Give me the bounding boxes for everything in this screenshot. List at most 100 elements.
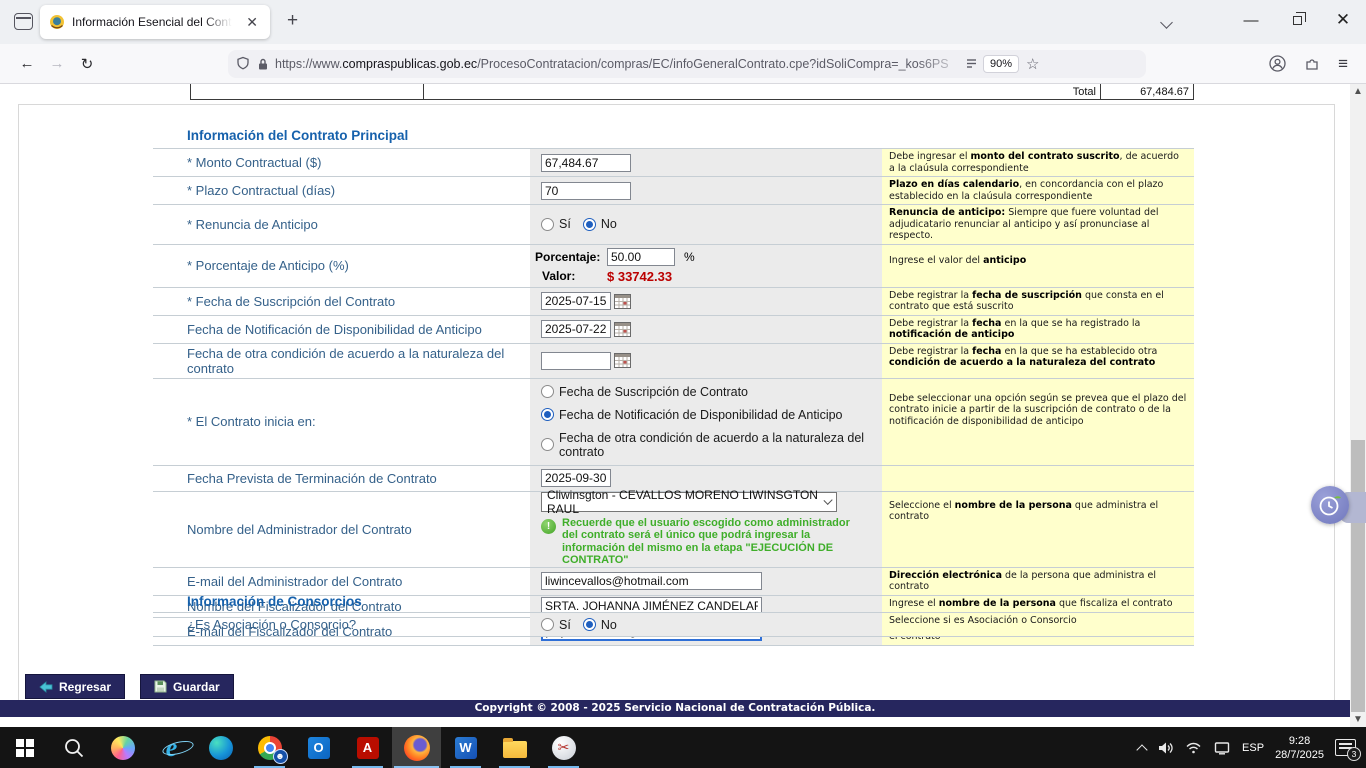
taskbar-acrobat[interactable]: A xyxy=(343,727,392,768)
fecha-otra-input[interactable] xyxy=(541,352,611,370)
vertical-scrollbar[interactable]: ▲ ▼ xyxy=(1350,84,1366,727)
page-left-border xyxy=(18,104,19,702)
shield-icon[interactable] xyxy=(236,56,250,71)
cast-icon[interactable] xyxy=(1213,740,1231,755)
taskbar-word[interactable]: W xyxy=(441,727,490,768)
back-button[interactable]: ← xyxy=(12,55,42,72)
tab-list-chevron-icon[interactable] xyxy=(1160,16,1173,29)
fecha-prevista-input[interactable] xyxy=(541,469,611,487)
search-icon xyxy=(63,737,85,759)
inicia-option-label: Fecha de otra condición de acuerdo a la … xyxy=(559,431,870,459)
fecha-otra-label: Fecha de otra condición de acuerdo a la … xyxy=(153,344,530,378)
browser-tabstrip: Información Esencial del Contra ✕ + — ✕ xyxy=(0,0,1366,44)
fecha-suscripcion-input[interactable] xyxy=(541,292,611,310)
taskbar-edge[interactable] xyxy=(196,727,245,768)
account-icon[interactable] xyxy=(1269,55,1286,72)
email-admin-help: Dirección electrónica de la persona que … xyxy=(882,568,1194,595)
browser-tab[interactable]: Información Esencial del Contra ✕ xyxy=(40,5,270,39)
scroll-down-arrow[interactable]: ▼ xyxy=(1350,712,1366,727)
renuncia-help: Renuncia de anticipo: Siempre que fuere … xyxy=(882,205,1194,244)
language-indicator[interactable]: ESP xyxy=(1242,742,1264,754)
inicia-option-label: Fecha de Notificación de Disponibilidad … xyxy=(559,408,843,422)
section-title-consorcios: Información de Consorcios xyxy=(187,594,362,609)
back-arrow-icon xyxy=(39,681,53,693)
renuncia-no-radio[interactable] xyxy=(583,218,596,231)
taskbar-firefox[interactable] xyxy=(392,727,441,768)
save-icon xyxy=(154,680,167,693)
calendar-icon[interactable] xyxy=(614,353,631,368)
monto-input[interactable] xyxy=(541,154,631,172)
contract-form-table: * Monto Contractual ($) Debe ingresar el… xyxy=(153,148,1194,646)
internet-explorer-icon: e xyxy=(166,733,178,763)
row-monto: * Monto Contractual ($) Debe ingresar el… xyxy=(153,149,1194,177)
plazo-input[interactable] xyxy=(541,182,631,200)
speaker-icon[interactable] xyxy=(1157,740,1174,756)
menu-icon[interactable]: ≡ xyxy=(1338,54,1348,74)
fecha-notificacion-input[interactable] xyxy=(541,320,611,338)
notifications-icon[interactable]: 3 xyxy=(1335,739,1356,756)
monto-label: * Monto Contractual ($) xyxy=(153,149,530,176)
section-title-contract: Información del Contrato Principal xyxy=(187,128,408,143)
firefox-view-icon[interactable] xyxy=(14,13,33,30)
calendar-icon[interactable] xyxy=(614,294,631,309)
taskbar-snipping-tool[interactable]: ✂ xyxy=(539,727,588,768)
consorcio-si-radio[interactable] xyxy=(541,618,554,631)
administrador-note: ! Recuerde que el usuario escogido como … xyxy=(541,517,861,567)
fecha-otra-help: Debe registrar la fecha en la que se ha … xyxy=(882,344,1194,378)
scrollbar-thumb[interactable] xyxy=(1351,440,1365,712)
page-right-border xyxy=(1334,104,1335,702)
restore-button[interactable] xyxy=(1274,0,1320,40)
chrome-icon: ☻ xyxy=(258,736,282,760)
snipping-tool-icon: ✂ xyxy=(552,736,576,760)
regresar-button[interactable]: Regresar xyxy=(25,674,125,699)
taskbar-chrome[interactable]: ☻ xyxy=(245,727,294,768)
reader-mode-icon[interactable] xyxy=(965,57,978,71)
consorcio-no-radio[interactable] xyxy=(583,618,596,631)
inicia-option-radio[interactable] xyxy=(541,408,554,421)
taskbar-file-explorer[interactable] xyxy=(490,727,539,768)
restore-icon xyxy=(1293,16,1302,25)
minimize-button[interactable]: — xyxy=(1228,0,1274,40)
row-porcentaje: * Porcentaje de Anticipo (%) Porcentaje:… xyxy=(153,245,1194,288)
new-tab-button[interactable]: + xyxy=(281,10,304,32)
inicia-option-radio[interactable] xyxy=(541,438,554,451)
guardar-label: Guardar xyxy=(173,680,220,694)
bookmark-star-icon[interactable]: ☆ xyxy=(1026,55,1039,73)
fecha-suscripcion-help: Debe registrar la fecha de suscripción q… xyxy=(882,288,1194,315)
taskbar-outlook[interactable]: O xyxy=(294,727,343,768)
inicia-option-radio[interactable] xyxy=(541,385,554,398)
close-button[interactable]: ✕ xyxy=(1320,0,1366,40)
taskbar-copilot[interactable] xyxy=(98,727,147,768)
forward-button[interactable]: → xyxy=(42,55,72,72)
fecha-prevista-help xyxy=(882,466,1194,491)
inicia-option-label: Fecha de Suscripción de Contrato xyxy=(559,385,748,399)
wifi-icon[interactable] xyxy=(1185,740,1202,755)
reload-button[interactable]: ↻ xyxy=(72,55,102,73)
email-admin-input[interactable] xyxy=(541,572,762,590)
screen: Información Esencial del Contra ✕ + — ✕ … xyxy=(0,0,1366,768)
administrador-help: Seleccione el nombre de la persona que a… xyxy=(882,492,1194,567)
zoom-level-badge[interactable]: 90% xyxy=(983,55,1019,73)
porcentaje-input[interactable] xyxy=(607,248,675,266)
extension-icon[interactable] xyxy=(1304,56,1320,72)
row-renuncia: * Renuncia de Anticipo Sí No Renuncia de… xyxy=(153,205,1194,245)
clock-icon xyxy=(1317,492,1343,518)
url-bar[interactable]: https://www.compraspublicas.gob.ec/Proce… xyxy=(228,50,1146,78)
start-button[interactable] xyxy=(0,727,49,768)
clock[interactable]: 9:28 28/7/2025 xyxy=(1275,734,1324,762)
calendar-icon[interactable] xyxy=(614,322,631,337)
valor-field-label: Valor: xyxy=(535,269,607,283)
row-administrador: Nombre del Administrador del Contrato Cl… xyxy=(153,492,1194,568)
url-text[interactable]: https://www.compraspublicas.gob.ec/Proce… xyxy=(275,57,965,71)
scroll-up-arrow[interactable]: ▲ xyxy=(1350,84,1366,99)
lock-icon[interactable] xyxy=(257,57,269,71)
tab-close-icon[interactable]: ✕ xyxy=(243,13,261,31)
renuncia-si-radio[interactable] xyxy=(541,218,554,231)
guardar-button[interactable]: Guardar xyxy=(140,674,234,699)
screen-time-widget[interactable] xyxy=(1311,486,1349,524)
taskbar-internet-explorer[interactable]: e xyxy=(147,727,196,768)
tray-chevron-icon[interactable] xyxy=(1136,744,1147,755)
row-fecha-otra: Fecha de otra condición de acuerdo a la … xyxy=(153,344,1194,379)
taskbar-search[interactable] xyxy=(49,727,98,768)
administrador-select[interactable]: Cliwinsgton - CEVALLOS MORENO LIWINSGTON… xyxy=(541,492,837,512)
